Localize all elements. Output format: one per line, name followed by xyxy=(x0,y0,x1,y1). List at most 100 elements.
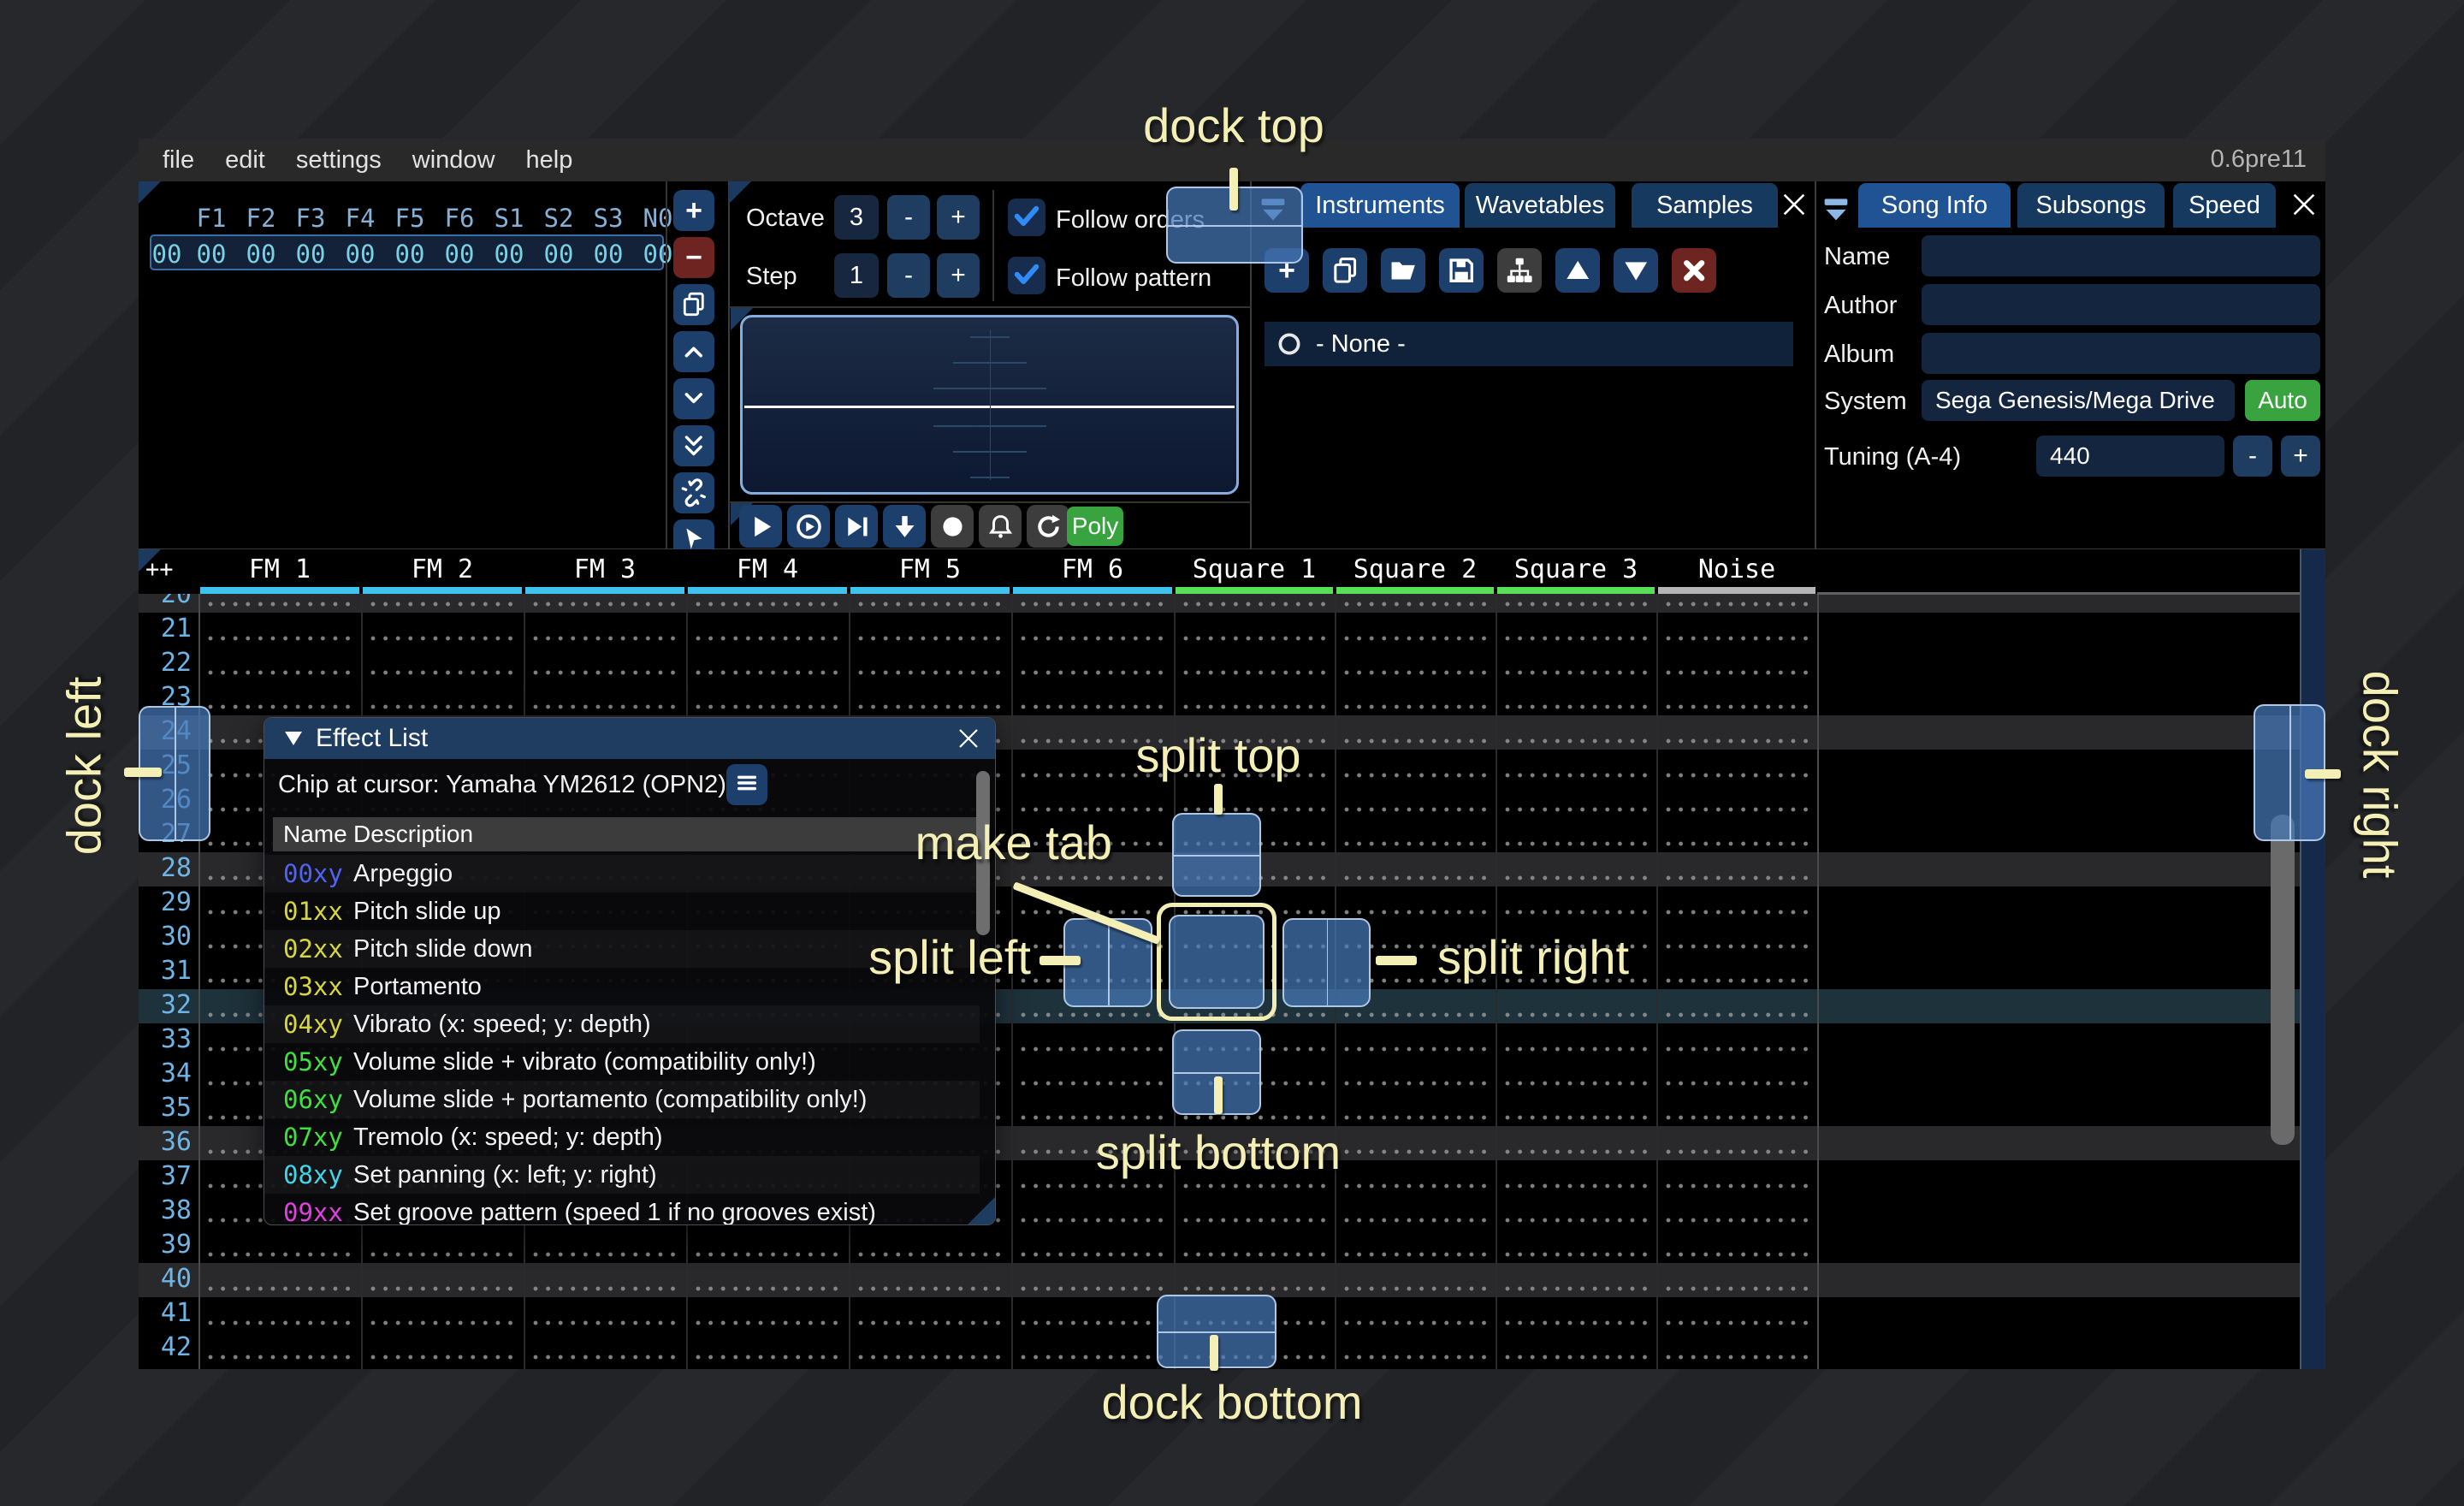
close-icon[interactable] xyxy=(956,726,981,751)
empty-pattern-cells[interactable] xyxy=(1343,1046,1487,1052)
channel-header-fm-4[interactable]: FM 4 xyxy=(686,554,849,584)
empty-pattern-cells[interactable] xyxy=(1182,1114,1326,1121)
channel-header-fm-1[interactable]: FM 1 xyxy=(198,554,361,584)
empty-pattern-cells[interactable] xyxy=(1343,703,1487,710)
order-cell[interactable]: 00 xyxy=(643,240,673,269)
empty-pattern-cells[interactable] xyxy=(1020,1217,1165,1224)
empty-pattern-cells[interactable] xyxy=(370,601,515,608)
system-field[interactable] xyxy=(1922,380,2235,421)
orders-minus-button[interactable]: − xyxy=(673,237,714,278)
empty-pattern-cells[interactable] xyxy=(1665,703,1809,710)
empty-pattern-cells[interactable] xyxy=(370,1251,515,1258)
transport-play-circle-button[interactable] xyxy=(787,505,830,548)
empty-pattern-cells[interactable] xyxy=(857,1285,1003,1292)
empty-pattern-cells[interactable] xyxy=(1665,875,1809,881)
step-value[interactable]: 1 xyxy=(834,253,879,298)
channel-header-square-2[interactable]: Square 2 xyxy=(1335,554,1496,584)
split-top-target[interactable] xyxy=(1172,813,1261,897)
empty-pattern-cells[interactable] xyxy=(1020,1319,1165,1326)
empty-pattern-cells[interactable] xyxy=(370,1319,515,1326)
order-cell[interactable]: 00 xyxy=(346,240,376,269)
empty-pattern-cells[interactable] xyxy=(1665,738,1809,744)
orders-chevrons-down-button[interactable] xyxy=(673,425,714,466)
oscilloscope[interactable] xyxy=(740,315,1239,495)
order-cell[interactable]: 00 xyxy=(594,240,624,269)
empty-pattern-cells[interactable] xyxy=(1504,635,1648,642)
empty-pattern-cells[interactable] xyxy=(695,635,840,642)
tab-speed[interactable]: Speed xyxy=(2173,183,2276,228)
transport-record-button[interactable] xyxy=(931,505,974,548)
empty-pattern-cells[interactable] xyxy=(1343,806,1487,813)
instrument-triangle-down-button[interactable] xyxy=(1614,248,1658,293)
tab-song-info[interactable]: Song Info xyxy=(1858,183,2011,228)
menu-settings[interactable]: settings xyxy=(281,146,397,175)
menu-window[interactable]: window xyxy=(397,146,511,175)
empty-pattern-cells[interactable] xyxy=(532,669,678,676)
transport-repeat-button[interactable] xyxy=(1027,505,1069,548)
empty-pattern-cells[interactable] xyxy=(857,703,1003,710)
album-field[interactable] xyxy=(1922,333,2320,374)
empty-pattern-cells[interactable] xyxy=(1020,1080,1165,1087)
empty-pattern-cells[interactable] xyxy=(1504,1285,1648,1292)
empty-pattern-cells[interactable] xyxy=(1343,1285,1487,1292)
empty-pattern-cells[interactable] xyxy=(1665,840,1809,847)
octave-increase-button[interactable]: + xyxy=(937,195,980,240)
empty-pattern-cells[interactable] xyxy=(207,1251,352,1258)
empty-pattern-cells[interactable] xyxy=(370,1354,515,1361)
empty-pattern-cells[interactable] xyxy=(1665,1114,1809,1121)
empty-pattern-cells[interactable] xyxy=(1504,1114,1648,1121)
instrument-floppy-save-button[interactable] xyxy=(1439,248,1484,293)
empty-pattern-cells[interactable] xyxy=(532,703,678,710)
empty-pattern-cells[interactable] xyxy=(370,703,515,710)
split-right-target[interactable] xyxy=(1282,918,1371,1007)
channel-header-square-1[interactable]: Square 1 xyxy=(1174,554,1335,584)
empty-pattern-cells[interactable] xyxy=(532,1251,678,1258)
empty-pattern-cells[interactable] xyxy=(1182,601,1326,608)
tab-instruments[interactable]: Instruments xyxy=(1300,183,1460,228)
empty-pattern-cells[interactable] xyxy=(1343,1354,1487,1361)
empty-pattern-cells[interactable] xyxy=(857,635,1003,642)
empty-pattern-cells[interactable] xyxy=(1665,943,1809,950)
empty-pattern-cells[interactable] xyxy=(1182,635,1326,642)
name-field[interactable] xyxy=(1922,235,2320,276)
empty-pattern-cells[interactable] xyxy=(1504,1251,1648,1258)
step-decrease-button[interactable]: - xyxy=(887,253,930,298)
empty-pattern-cells[interactable] xyxy=(1665,1285,1809,1292)
orders-chevron-down-button[interactable] xyxy=(673,378,714,419)
empty-pattern-cells[interactable] xyxy=(1020,875,1165,881)
tuning-decrease-button[interactable]: - xyxy=(2233,436,2272,477)
orders-chevron-up-button[interactable] xyxy=(673,331,714,372)
empty-pattern-cells[interactable] xyxy=(370,669,515,676)
empty-pattern-cells[interactable] xyxy=(1020,1114,1165,1121)
empty-pattern-cells[interactable] xyxy=(1665,909,1809,916)
empty-pattern-cells[interactable] xyxy=(1504,1011,1648,1018)
empty-pattern-cells[interactable] xyxy=(1504,772,1648,779)
empty-pattern-cells[interactable] xyxy=(1343,909,1487,916)
order-cell[interactable]: 00 xyxy=(246,240,276,269)
empty-pattern-cells[interactable] xyxy=(1182,1251,1326,1258)
empty-pattern-cells[interactable] xyxy=(1343,1114,1487,1121)
empty-pattern-cells[interactable] xyxy=(857,1319,1003,1326)
follow-orders-checkbox[interactable] xyxy=(1008,199,1045,236)
instrument-x-bold-button[interactable] xyxy=(1672,248,1716,293)
empty-pattern-cells[interactable] xyxy=(1665,772,1809,779)
close-icon[interactable] xyxy=(2289,190,2319,219)
instrument-list-item[interactable]: - None - xyxy=(1265,322,1793,366)
channel-header-square-3[interactable]: Square 3 xyxy=(1496,554,1656,584)
empty-pattern-cells[interactable] xyxy=(1504,1183,1648,1189)
order-cell[interactable]: 00 xyxy=(445,240,475,269)
empty-pattern-cells[interactable] xyxy=(1665,1046,1809,1052)
empty-pattern-cells[interactable] xyxy=(1020,669,1165,676)
collapse-icon[interactable] xyxy=(283,730,304,747)
effect-list-menu-button[interactable] xyxy=(726,764,767,805)
empty-pattern-cells[interactable] xyxy=(695,1354,840,1361)
orders-copy-button[interactable] xyxy=(673,284,714,325)
empty-pattern-cells[interactable] xyxy=(1020,1251,1165,1258)
effect-list-titlebar[interactable]: Effect List xyxy=(264,718,995,759)
empty-pattern-cells[interactable] xyxy=(1020,1046,1165,1052)
empty-pattern-cells[interactable] xyxy=(1665,669,1809,676)
vertical-scrollbar[interactable] xyxy=(2271,815,2295,1145)
channel-header-fm-6[interactable]: FM 6 xyxy=(1011,554,1174,584)
menu-edit[interactable]: edit xyxy=(210,146,281,175)
instrument-sitemap-button[interactable] xyxy=(1497,248,1542,293)
